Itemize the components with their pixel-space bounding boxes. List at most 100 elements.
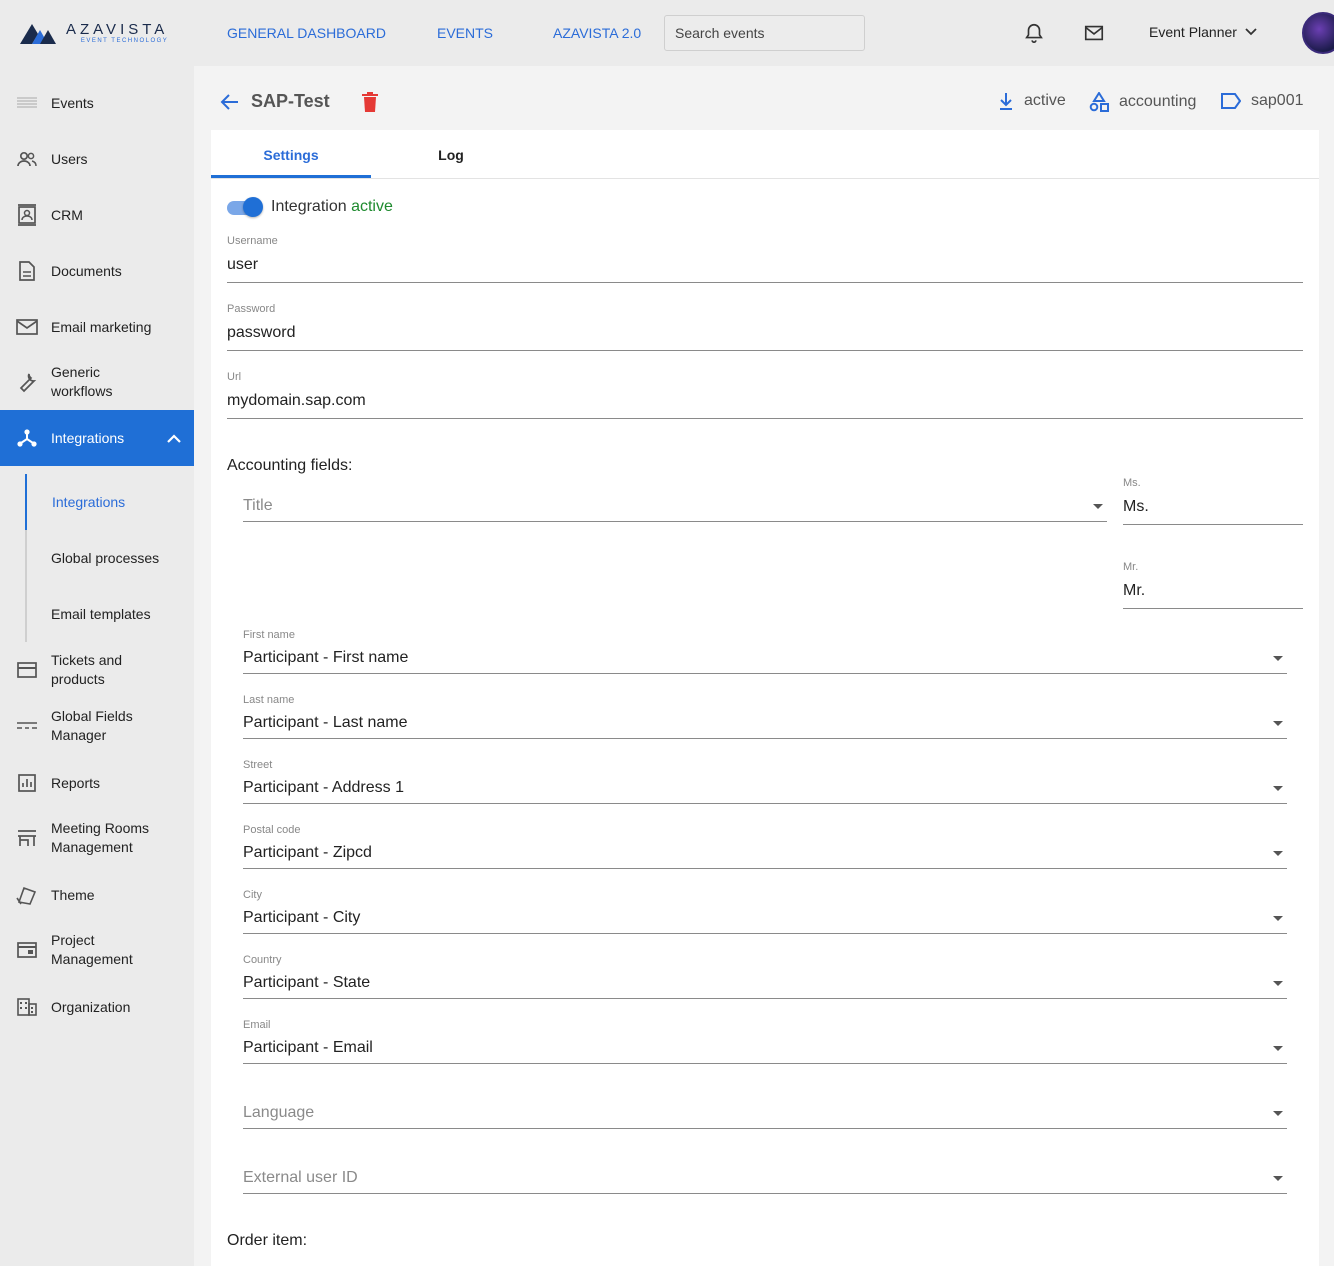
mail-icon (16, 316, 38, 338)
sidebar-item-label: CRM (51, 206, 83, 223)
nav-events[interactable]: EVENTS (437, 25, 493, 41)
page-title: SAP-Test (251, 91, 330, 111)
title-select[interactable]: Title (243, 497, 273, 515)
tab-log[interactable]: Log (371, 130, 531, 178)
trash-icon[interactable] (361, 92, 379, 112)
sidebar-item-project-management[interactable]: Project Management (0, 930, 194, 970)
sidebar-item-tickets-and-products[interactable]: Tickets and products (0, 650, 194, 690)
country-label: Country (243, 954, 282, 966)
nav-azavista-2[interactable]: AZAVISTA 2.0 (553, 25, 641, 41)
dropdown-caret-icon[interactable] (1273, 656, 1283, 661)
nav-general-dashboard[interactable]: GENERAL DASHBOARD (227, 25, 386, 41)
dropdown-caret-icon[interactable] (1093, 504, 1103, 509)
first-name-label: First name (243, 629, 295, 641)
sidebar-item-email-marketing[interactable]: Email marketing (0, 307, 194, 347)
sidebar-item-label: Reports (51, 774, 101, 791)
sidebar-item-meeting-rooms-management[interactable]: Meeting Rooms Management (0, 818, 194, 858)
top-bar: AZAVISTA EVENT TECHNOLOGY GENERAL DASHBO… (0, 0, 1334, 66)
postal-code-label: Postal code (243, 824, 301, 836)
dropdown-caret-icon[interactable] (1273, 1046, 1283, 1051)
sidebar-item-events[interactable]: Events (0, 83, 194, 123)
download-icon (1000, 93, 1012, 110)
sidebar-item-crm[interactable]: CRM (0, 195, 194, 235)
last-name-label: Last name (243, 694, 295, 706)
dropdown-caret-icon[interactable] (1273, 981, 1283, 986)
integration-state: active (351, 198, 393, 215)
sidebar-item-users[interactable]: Users (0, 139, 194, 179)
code-meta: sap001 (1221, 92, 1304, 110)
sidebar-item-label: Global Fields Manager (51, 708, 133, 743)
external-user-id-select[interactable]: External user ID (243, 1169, 358, 1187)
sidebar-item-label: Documents (51, 262, 122, 279)
sidebar-item-theme[interactable]: Theme (0, 875, 194, 915)
logo-mark-icon (20, 24, 56, 44)
password-field[interactable]: password (227, 324, 295, 342)
sidebar-item-documents[interactable]: Documents (0, 251, 194, 291)
accounting-heading: Accounting fields: (227, 457, 353, 474)
first-name-select[interactable]: Participant - First name (243, 649, 408, 667)
sidebar-item-label: Users (51, 150, 88, 167)
email-select[interactable]: Participant - Email (243, 1039, 373, 1057)
sidebar-subitem-email-templates[interactable]: Email templates (51, 606, 151, 622)
order-item-heading: Order item: (227, 1232, 308, 1249)
url-field[interactable]: mydomain.sap.com (227, 392, 366, 410)
project-icon (16, 939, 38, 961)
sidebar-item-generic-workflows[interactable]: Generic workflows (0, 360, 194, 404)
sidebar-item-label: Meeting Rooms Management (51, 820, 150, 855)
search-input[interactable] (664, 15, 865, 51)
sidebar-item-label: Tickets and products (51, 652, 123, 687)
settings-card: Settings Log Integration active Username… (211, 130, 1319, 1266)
city-label: City (243, 889, 262, 901)
chevron-down-icon (1245, 28, 1257, 36)
last-name-select[interactable]: Participant - Last name (243, 714, 408, 732)
sidebar-subitem-global-processes[interactable]: Global processes (51, 550, 159, 566)
logo-tagline: EVENT TECHNOLOGY (80, 38, 169, 44)
email-label: Email (243, 1019, 271, 1031)
language-select[interactable]: Language (243, 1104, 314, 1122)
salutation-mr-field[interactable]: Mr. (1123, 582, 1145, 600)
dropdown-caret-icon[interactable] (1273, 1111, 1283, 1116)
submenu-active-indicator (25, 474, 27, 530)
postal-code-select[interactable]: Participant - Zipcd (243, 844, 372, 862)
salutation-ms-label: Ms. (1123, 477, 1141, 489)
sidebar-subitem-integrations[interactable]: Integrations (52, 494, 125, 510)
salutation-mr-label: Mr. (1123, 561, 1139, 573)
wrench-icon (16, 371, 38, 393)
dropdown-caret-icon[interactable] (1273, 916, 1283, 921)
azavista-logo[interactable]: AZAVISTA EVENT TECHNOLOGY (20, 22, 168, 44)
tab-indicator (211, 175, 371, 178)
sidebar-item-global-fields-manager[interactable]: Global Fields Manager (0, 706, 194, 746)
dropdown-caret-icon[interactable] (1273, 1176, 1283, 1181)
user-menu[interactable]: Event Planner (1149, 24, 1257, 40)
dropdown-caret-icon[interactable] (1273, 786, 1283, 791)
users-icon (16, 148, 38, 170)
dropdown-caret-icon[interactable] (1273, 851, 1283, 856)
sidebar-item-label: Organization (51, 998, 131, 1015)
mail-icon[interactable] (1083, 22, 1105, 44)
sidebar-item-label: Integrations (51, 429, 125, 446)
events-icon (16, 92, 38, 114)
sidebar-item-reports[interactable]: Reports (0, 763, 194, 803)
avatar[interactable] (1302, 12, 1334, 54)
city-select[interactable]: Participant - City (243, 909, 360, 927)
username-field[interactable]: user (227, 256, 258, 274)
street-select[interactable]: Participant - Address 1 (243, 779, 404, 797)
contact-card-icon (16, 204, 38, 226)
sidebar-item-label: Project Management (51, 932, 133, 967)
integration-icon (16, 427, 38, 449)
bell-icon[interactable] (1023, 22, 1045, 44)
sidebar-item-organization[interactable]: Organization (0, 987, 194, 1027)
tab-settings[interactable]: Settings (211, 130, 371, 178)
sidebar-item-label: Generic workflows (51, 364, 113, 399)
integration-toggle[interactable] (227, 197, 263, 217)
sidebar-item-label: Theme (51, 886, 95, 903)
dropdown-caret-icon[interactable] (1273, 721, 1283, 726)
password-label: Password (227, 303, 276, 315)
label-icon (1221, 93, 1241, 109)
sidebar-item-integrations[interactable]: Integrations (0, 410, 194, 466)
sidebar-item-label: Email marketing (51, 318, 152, 335)
salutation-ms-field[interactable]: Ms. (1123, 498, 1149, 516)
country-select[interactable]: Participant - State (243, 974, 370, 992)
chevron-up-icon[interactable] (167, 433, 181, 443)
arrow-back-icon[interactable] (220, 92, 240, 112)
